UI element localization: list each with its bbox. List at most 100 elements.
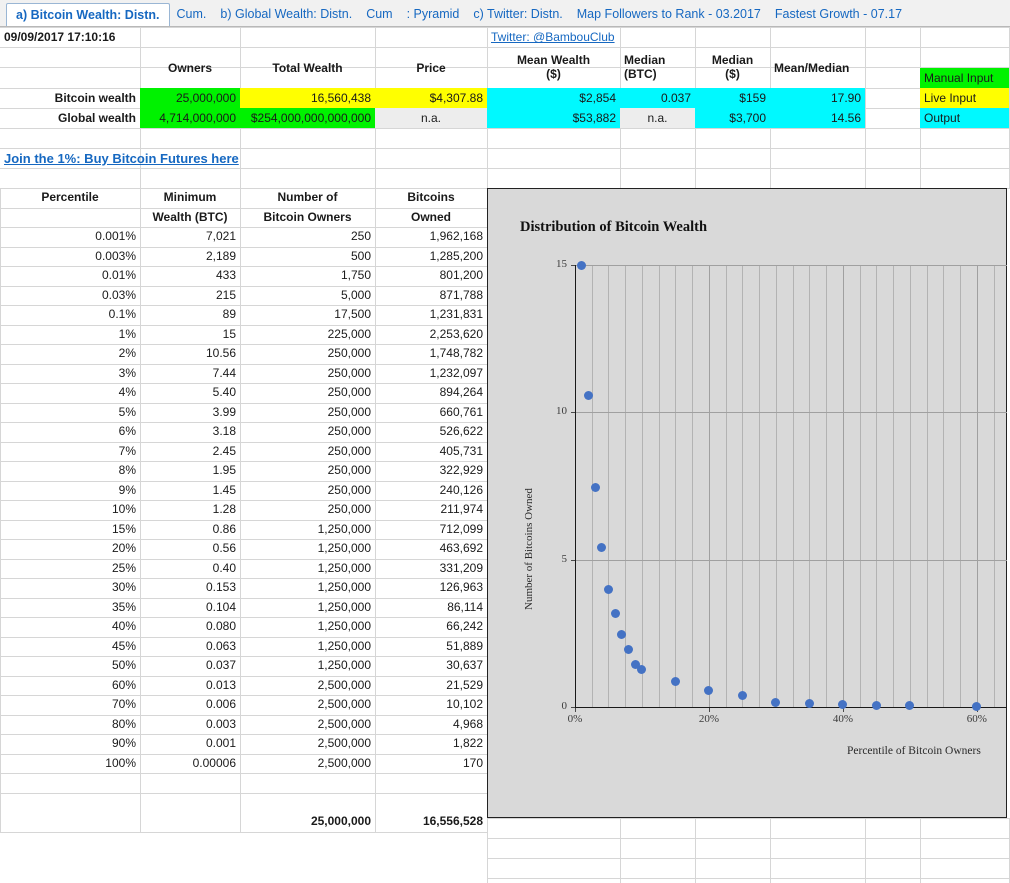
futures-link-cell[interactable]: Join the 1%: Buy Bitcoin Futures here [0,149,300,168]
sheet-tab-8[interactable]: Fastest Growth - 07.17 [768,3,909,26]
chart-data-point [704,686,713,695]
table-row: 1,250,000 [240,539,375,559]
header-price: Price [375,48,487,88]
table-row: 1,250,000 [240,520,375,540]
table-header-3-line1: Number of [240,188,375,208]
bitcoin-total-wealth-value[interactable]: 16,560,438 [240,88,375,108]
table-header-3-line2: Bitcoin Owners [240,208,375,228]
chart-gridline-vertical [608,265,609,707]
grid-line [865,27,866,188]
totals-bitcoins: 16,556,528 [375,812,487,832]
chart-gridline-vertical-major [843,265,844,707]
table-row: 250,000 [240,364,375,384]
table-row: 15 [140,325,240,345]
chart-gridline-vertical [994,265,995,707]
grid-line [620,818,621,883]
header-mean-wealth-line2: ($) [546,68,561,82]
twitter-link[interactable]: Twitter: @BambouClub [491,31,615,44]
table-row: 45% [0,637,140,657]
table-row: 89 [140,305,240,325]
chart-y-tick-label: 15 [537,258,567,270]
table-row: 500 [240,247,375,267]
table-row: 5,000 [240,286,375,306]
table-row: 250,000 [240,422,375,442]
grid-line [0,773,487,774]
twitter-link-cell[interactable]: Twitter: @BambouClub [487,28,620,47]
table-header-4-line1: Bitcoins [375,188,487,208]
table-row: 1.28 [140,500,240,520]
grid-line [0,754,487,755]
bitcoin-price-value[interactable]: $4,307.88 [375,88,487,108]
chart-x-tickmark [709,708,710,712]
table-row: 1,250,000 [240,598,375,618]
sheet-tab-3[interactable]: b) Global Wealth: Distn. [213,3,359,26]
bitcoin-wealth-chart[interactable]: Distribution of Bitcoin Wealth0510150%20… [487,188,1007,818]
chart-gridline-vertical [776,265,777,707]
table-row: 331,209 [375,559,487,579]
table-row: 1,822 [375,734,487,754]
grid-line [0,832,487,833]
chart-y-tick-label: 0 [537,700,567,712]
chart-gridline-vertical [860,265,861,707]
grid-line [695,818,696,883]
table-row: 1,250,000 [240,617,375,637]
table-row: 712,099 [375,520,487,540]
table-row: 3.18 [140,422,240,442]
table-row: 2,189 [140,247,240,267]
table-row: 0.063 [140,637,240,657]
global-total-wealth-value[interactable]: $254,000,000,000,000 [240,108,375,128]
table-row: 126,963 [375,578,487,598]
grid-line [0,168,1010,169]
bitcoin-mean-wealth-value: $2,854 [487,88,620,108]
chart-gridline-vertical [876,265,877,707]
sheet-tab-7[interactable]: Map Followers to Rank - 03.2017 [570,3,768,26]
chart-data-point [972,702,981,711]
table-row: 70% [0,695,140,715]
grid-line [0,500,487,501]
global-owners-value[interactable]: 4,714,000,000 [140,108,240,128]
grid-line [865,818,866,883]
chart-y-tickmark [571,265,575,266]
chart-gridline-horizontal [575,412,1007,413]
table-row: 7.44 [140,364,240,384]
table-row: 250,000 [240,500,375,520]
table-row: 526,622 [375,422,487,442]
table-row: 240,126 [375,481,487,501]
chart-data-point [771,698,780,707]
buy-futures-link[interactable]: Join the 1%: Buy Bitcoin Futures here [4,152,239,166]
table-row: 30% [0,578,140,598]
table-row: 10.56 [140,344,240,364]
grid-line [487,858,1010,859]
row-label-bitcoin-wealth: Bitcoin wealth [0,88,140,108]
timestamp-cell: 09/09/2017 17:10:16 [0,28,140,47]
grid-line [0,539,487,540]
table-row: 250,000 [240,461,375,481]
sheet-tab-6[interactable]: c) Twitter: Distn. [466,3,569,26]
table-row: 10% [0,500,140,520]
chart-data-point [597,543,606,552]
table-row: 17,500 [240,305,375,325]
bitcoin-owners-value[interactable]: 25,000,000 [140,88,240,108]
table-row: 86,114 [375,598,487,618]
chart-gridline-vertical-major [709,265,710,707]
sheet-tab-5[interactable]: : Pyramid [400,3,467,26]
table-row: 100% [0,754,140,774]
chart-gridline-vertical [826,265,827,707]
chart-data-point [624,645,633,654]
table-row: 2,500,000 [240,734,375,754]
chart-data-point [577,261,586,270]
table-row: 170 [375,754,487,774]
grid-line [0,656,487,657]
chart-x-tick-label: 0% [555,713,595,725]
table-row: 1,962,168 [375,227,487,247]
sheet-tab-2[interactable]: Cum. [170,3,214,26]
grid-line [0,325,487,326]
chart-gridline-vertical [675,265,676,707]
chart-gridline-vertical [642,265,643,707]
table-row: 2.45 [140,442,240,462]
chart-gridline-vertical [625,265,626,707]
table-row: 660,761 [375,403,487,423]
chart-gridline-horizontal [575,265,1007,266]
sheet-tab-4[interactable]: Cum [359,3,399,26]
sheet-tab-1[interactable]: a) Bitcoin Wealth: Distn. [6,3,170,27]
